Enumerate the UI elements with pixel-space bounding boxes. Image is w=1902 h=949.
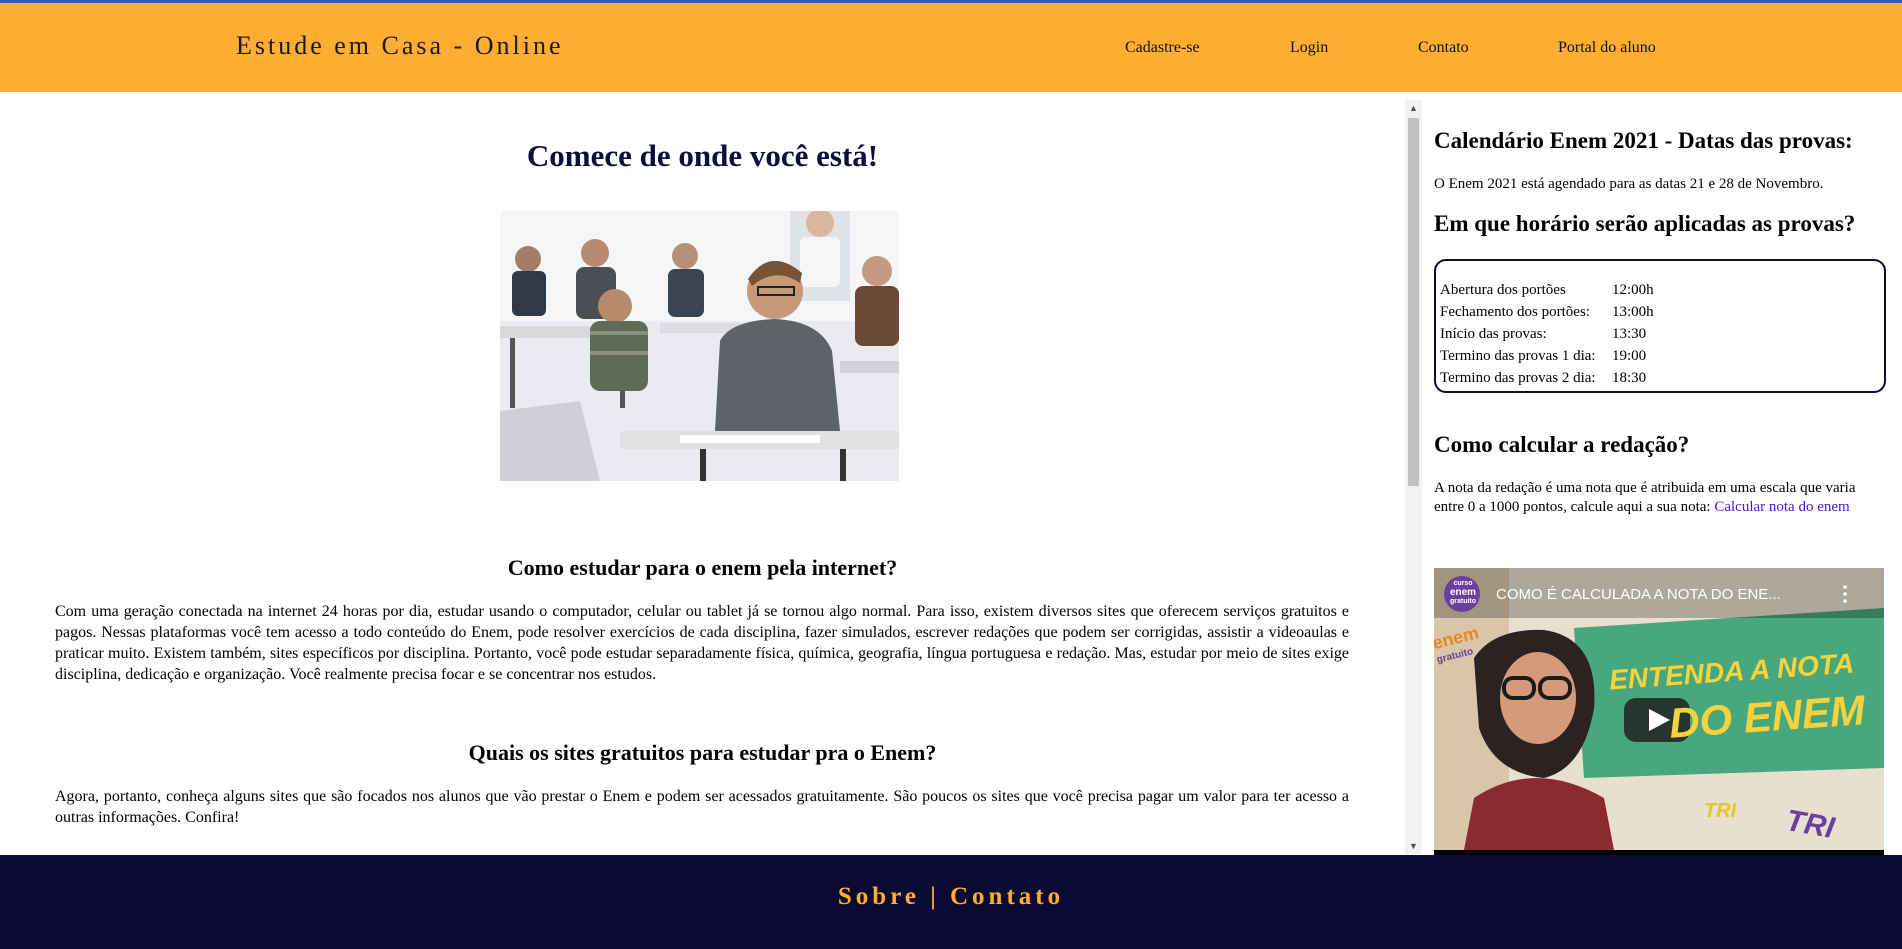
site-footer: Sobre | Contato xyxy=(0,855,1902,949)
schedule-value: 13:30 xyxy=(1612,326,1647,342)
section-title-free-sites: Quais os sites gratuitos para estudar pr… xyxy=(468,740,937,765)
main-scrollbar[interactable]: ▲ ▼ xyxy=(1405,100,1422,854)
footer-separator: | xyxy=(930,883,940,910)
schedule-label: Termino das provas 2 dia: xyxy=(1440,370,1596,386)
youtube-video-embed[interactable]: curso enem gratuito COMO É CALCULADA A N… xyxy=(1434,568,1884,876)
footer-contact-link[interactable]: Contato xyxy=(950,883,1064,910)
schedule-value: 19:00 xyxy=(1612,348,1647,364)
scrollbar-thumb[interactable] xyxy=(1408,118,1419,486)
students-exam-photo xyxy=(500,211,899,481)
calendar-title: Calendário Enem 2021 - Datas das provas: xyxy=(1434,128,1853,153)
schedule-label: Fechamento dos portões: xyxy=(1440,304,1590,320)
nav-contato[interactable]: Contato xyxy=(1418,39,1469,57)
scroll-up-arrow-icon[interactable]: ▲ xyxy=(1405,100,1422,116)
video-thumb-tag-1: TRI xyxy=(1704,800,1737,822)
scroll-down-arrow-icon[interactable]: ▼ xyxy=(1405,838,1422,854)
essay-title: Como calcular a redação? xyxy=(1434,432,1690,457)
nav-portal-do-aluno[interactable]: Portal do aluno xyxy=(1558,39,1656,57)
main-content: Comece de onde você está! Como estudar p… xyxy=(0,100,1405,854)
video-channel-badge: curso enem gratuito xyxy=(1449,580,1477,605)
schedule-label: Início das provas: xyxy=(1440,326,1547,342)
schedule-value: 12:00h xyxy=(1612,282,1654,298)
section-text-study-online: Com uma geração conectada na internet 24… xyxy=(55,603,1349,683)
site-header: Estude em Casa - Online Cadastre-se Logi… xyxy=(0,3,1902,92)
schedule-title: Em que horário serão aplicadas as provas… xyxy=(1434,211,1856,236)
schedule-value: 13:00h xyxy=(1612,304,1654,320)
schedule-value: 18:30 xyxy=(1612,370,1647,386)
calendar-text: O Enem 2021 está agendado para as datas … xyxy=(1434,176,1824,192)
section-text-free-sites: Agora, portanto, conheça alguns sites qu… xyxy=(55,788,1349,826)
nav-cadastre-se[interactable]: Cadastre-se xyxy=(1125,39,1200,57)
essay-text-block: A nota da redação é uma nota que é atrib… xyxy=(1434,479,1886,517)
footer-about-link[interactable]: Sobre xyxy=(838,883,920,910)
section-title-study-online: Como estudar para o enem pela internet? xyxy=(507,555,898,580)
footer-links: Sobre | Contato xyxy=(0,883,1902,911)
video-title[interactable]: COMO É CALCULADA A NOTA DO ENE... xyxy=(1496,586,1826,603)
schedule-box: Abertura dos portões 12:00h Fechamento d… xyxy=(1434,259,1886,393)
schedule-label: Termino das provas 1 dia: xyxy=(1440,348,1596,364)
schedule-label: Abertura dos portões xyxy=(1440,282,1566,298)
calculate-score-link[interactable]: Calcular nota do enem xyxy=(1714,499,1849,515)
nav-login[interactable]: Login xyxy=(1290,39,1328,57)
site-brand[interactable]: Estude em Casa - Online xyxy=(236,31,564,61)
hero-title: Comece de onde você está! xyxy=(526,138,879,173)
